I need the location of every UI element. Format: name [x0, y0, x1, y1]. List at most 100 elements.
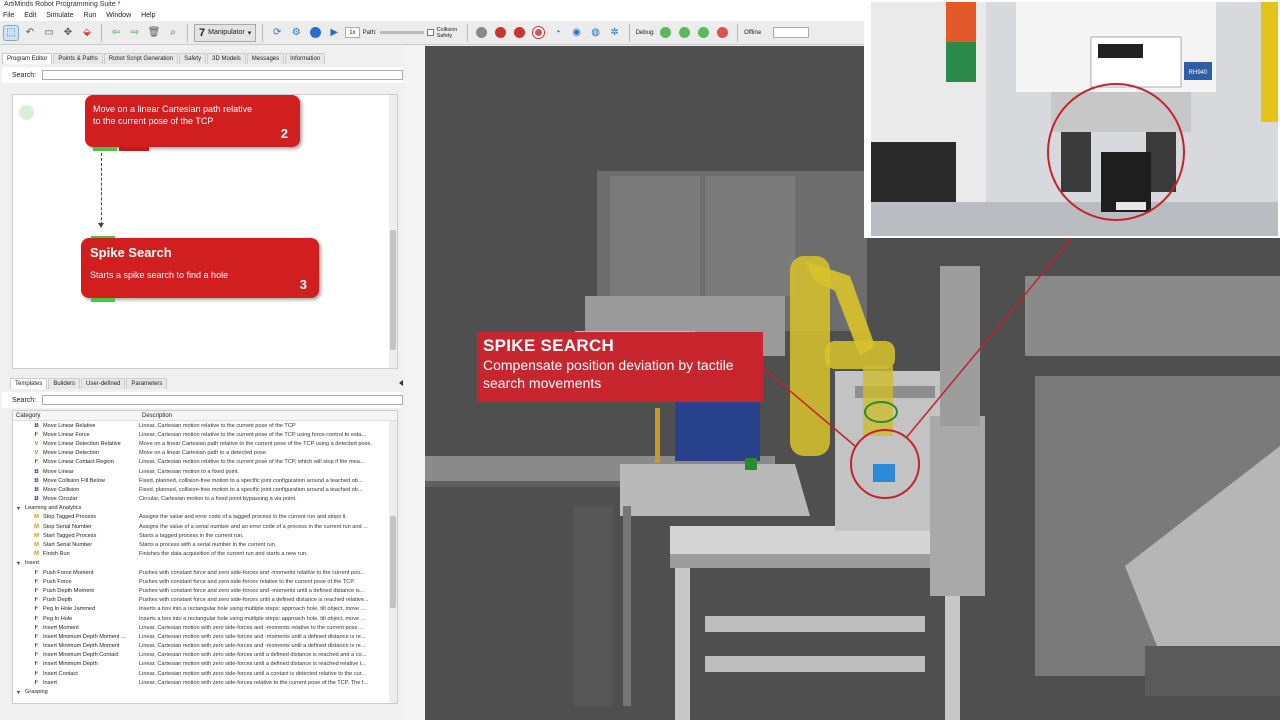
template-row[interactable]: F Insert Minimum Depth Contact Linear, Car…: [13, 651, 397, 660]
template-row[interactable]: F Insert Minimum Depth Moment Linear, Cart…: [13, 642, 397, 651]
template-row[interactable]: F Push Force Moment Pushes with constant f…: [13, 568, 397, 577]
speed-dropdown[interactable]: 1x: [345, 27, 360, 38]
undo-icon[interactable]: ↶: [22, 25, 38, 41]
debug-pause-icon[interactable]: [696, 25, 712, 41]
template-row[interactable]: F Insert Contact Linear, Cartesian motion …: [13, 669, 397, 678]
menu-help[interactable]: Help: [141, 12, 155, 19]
column-header-description[interactable]: Description: [139, 411, 387, 420]
frame-icon[interactable]: ▭: [41, 25, 57, 41]
tab-templates[interactable]: Templates: [10, 378, 48, 389]
category-row[interactable]: ▾ Insert: [13, 559, 397, 568]
refresh-icon[interactable]: ⟳: [269, 25, 285, 41]
template-row[interactable]: M Finish Run Finishes the data acquisition…: [13, 550, 397, 559]
debug-play-icon[interactable]: [658, 25, 674, 41]
collapse-arrow-icon[interactable]: [399, 380, 403, 386]
table-scrollbar[interactable]: [389, 421, 397, 703]
template-row[interactable]: F Move Linear Contact Region Linear, Carte…: [13, 458, 397, 467]
select-icon[interactable]: ⬚: [3, 24, 19, 41]
zoom-icon[interactable]: ⌕: [165, 25, 181, 41]
template-row[interactable]: F Push Depth Pushes with constant force an…: [13, 596, 397, 605]
splitter[interactable]: [399, 46, 425, 720]
template-row[interactable]: F Peg In Hole Jammed Inserts a box into a …: [13, 605, 397, 614]
template-row[interactable]: F Insert Minimum Depth Moment ... Linear, …: [13, 632, 397, 641]
path-slider[interactable]: [379, 31, 424, 34]
template-row[interactable]: B Move Linear Linear, Cartesian motion to …: [13, 467, 397, 476]
play-icon[interactable]: ▶: [326, 25, 342, 41]
template-row[interactable]: V Move Linear Detection Relative Move on a…: [13, 439, 397, 448]
tab-robot-script-generation[interactable]: Robot Script Generation: [103, 53, 179, 64]
template-row[interactable]: F Insert Minimum Depth Linear, Cartesian m…: [13, 660, 397, 669]
tab-information[interactable]: Information: [285, 53, 326, 64]
program-block-spike-search[interactable]: Spike Search Starts a spike search to fi…: [81, 238, 319, 298]
template-description: Pushes with constant force and zero side…: [139, 578, 355, 585]
debug-stop-icon[interactable]: [715, 25, 731, 41]
program-search-input[interactable]: [42, 70, 403, 80]
template-type-icon: F: [34, 459, 39, 466]
manipulator-dropdown[interactable]: 7 Manipulator ▾: [194, 23, 257, 42]
category-row[interactable]: ▾ Grasping: [13, 687, 397, 696]
back-icon[interactable]: ⇦: [108, 25, 124, 41]
template-search-input[interactable]: [42, 395, 403, 405]
template-description: Assigns the value of a serial number and…: [139, 523, 368, 530]
template-name: Stop Serial Number: [43, 523, 92, 530]
chart-icon[interactable]: ◔: [550, 25, 566, 41]
template-row[interactable]: B Move Circular Circular, Cartesian motion…: [13, 495, 397, 504]
tab-messages[interactable]: Messages: [246, 53, 285, 64]
canvas-scrollbar[interactable]: [389, 95, 397, 368]
block-connector-bottom[interactable]: [91, 298, 115, 302]
template-row[interactable]: M Stop Tagged Process Assigns the value an…: [13, 513, 397, 522]
tab-program-editor[interactable]: Program Editor: [2, 53, 53, 64]
tab-builders[interactable]: Builders: [48, 378, 81, 389]
template-row[interactable]: F Push Depth Moment Pushes with constant f…: [13, 586, 397, 595]
template-row[interactable]: M Start Tagged Process Starts a tagged pro…: [13, 531, 397, 540]
scan-icon[interactable]: ◉: [569, 25, 585, 41]
tool-icon[interactable]: ⬙: [79, 25, 95, 41]
template-row[interactable]: M Stop Serial Number Assigns the value of …: [13, 522, 397, 531]
run-icon[interactable]: [493, 25, 509, 41]
menu-file[interactable]: File: [3, 12, 14, 19]
template-row[interactable]: F Insert Moment Linear, Cartesian motion w…: [13, 623, 397, 632]
template-row[interactable]: F Insert Linear, Cartesian motion with zer…: [13, 678, 397, 687]
delete-icon[interactable]: 🗑: [146, 25, 162, 41]
category-row[interactable]: ▾ Learning and Analytics: [13, 504, 397, 513]
connection-dropdown[interactable]: [772, 27, 809, 38]
move-icon[interactable]: ✥: [60, 25, 76, 41]
tab-3d-models[interactable]: 3D Models: [207, 53, 246, 64]
block-number: 2: [280, 126, 288, 141]
program-block-move-linear[interactable]: Move on a linear Cartesian path relative…: [85, 95, 300, 147]
block-number: 3: [299, 277, 307, 292]
template-row[interactable]: F Push Force Pushes with constant force an…: [13, 577, 397, 586]
robot-icon[interactable]: ⚙: [288, 25, 304, 41]
record-icon[interactable]: [307, 25, 323, 41]
template-row[interactable]: B Move Collision Fixed, planned, collision…: [13, 485, 397, 494]
menu-simulate[interactable]: Simulate: [46, 12, 73, 19]
apple-icon[interactable]: [512, 25, 528, 41]
menu-window[interactable]: Window: [106, 12, 131, 19]
template-row[interactable]: F Move Linear Force Linear, Cartesian moti…: [13, 430, 397, 439]
template-row[interactable]: V Move Linear Detection Move on a linear C…: [13, 449, 397, 458]
forward-icon[interactable]: ⇨: [127, 25, 143, 41]
settings-icon[interactable]: ✲: [607, 25, 623, 41]
column-header-category[interactable]: Category: [13, 411, 139, 420]
block-connector-side[interactable]: [119, 147, 149, 151]
globe-icon[interactable]: ◍: [588, 25, 604, 41]
menu-run[interactable]: Run: [83, 12, 96, 19]
expand-arrow-icon[interactable]: ▾: [15, 505, 22, 512]
collision-checkbox[interactable]: [426, 29, 434, 36]
program-canvas[interactable]: Move on a linear Cartesian path relative…: [12, 94, 398, 369]
template-row[interactable]: F Peg In Hole Inserts a box into a rectang…: [13, 614, 397, 623]
expand-arrow-icon[interactable]: ▾: [15, 689, 22, 696]
tab-safety[interactable]: Safety: [179, 53, 207, 64]
tab-user-defined[interactable]: User-defined: [81, 378, 126, 389]
connect-icon[interactable]: [474, 25, 490, 41]
template-row[interactable]: M Start Serial Number Starts a process wit…: [13, 540, 397, 549]
tab-parameters[interactable]: Parameters: [126, 378, 168, 389]
template-row[interactable]: B Move Linear Relative Linear, Cartesian m…: [13, 421, 397, 430]
target-icon[interactable]: [531, 25, 547, 41]
block-connector-out[interactable]: [93, 147, 117, 151]
menu-edit[interactable]: Edit: [24, 12, 36, 19]
tab-points-paths[interactable]: Points & Paths: [53, 53, 103, 64]
template-row[interactable]: B Move Collision Fill Below Fixed, planned…: [13, 476, 397, 485]
debug-step-icon[interactable]: [677, 25, 693, 41]
expand-arrow-icon[interactable]: ▾: [15, 560, 22, 567]
